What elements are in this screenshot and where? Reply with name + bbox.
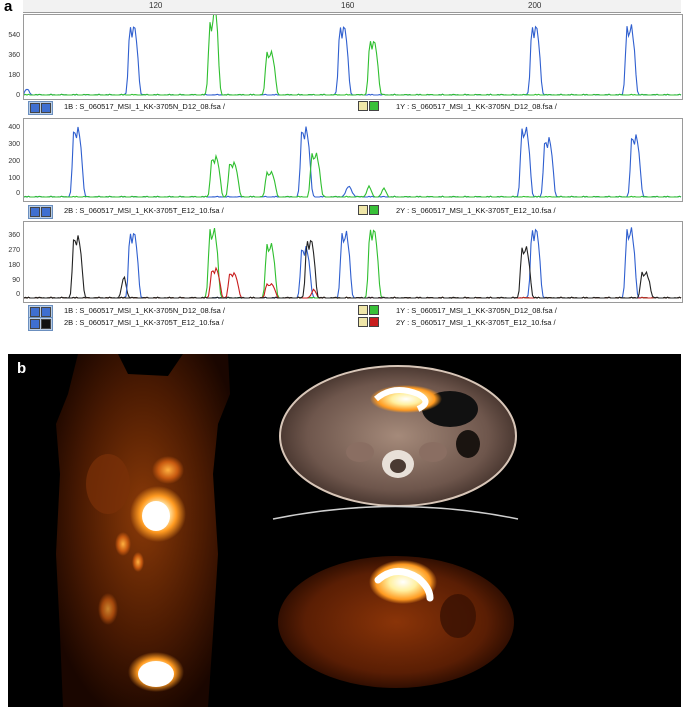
- yellow-green-swatch-pair: [358, 101, 379, 111]
- ytick: 180: [8, 262, 20, 269]
- green-trace: [24, 15, 682, 96]
- ruler-tick-160: 160: [341, 1, 355, 10]
- legend-row-3: 1B : S_060517_MSI_1_KK-3705N_D12_08.fsa …: [28, 305, 678, 331]
- legend-right-text: 1Y : S_060517_MSI_1_KK-3705N_D12_08.fsa …: [396, 306, 557, 315]
- legend-right-text: 1Y : S_060517_MSI_1_KK-3705N_D12_08.fsa …: [396, 102, 557, 111]
- ytick: 300: [8, 141, 20, 148]
- ruler-tick-120: 120: [149, 1, 163, 10]
- blue-trace: [24, 227, 682, 299]
- ytick: 0: [16, 190, 20, 197]
- ytick: 400: [8, 124, 20, 131]
- y-axis-1: 540 360 180 0: [0, 14, 22, 99]
- ytick: 180: [8, 72, 20, 79]
- ytick: 100: [8, 175, 20, 182]
- ytick: 270: [8, 247, 20, 254]
- ytick: 540: [8, 32, 20, 39]
- ytick: 200: [8, 158, 20, 165]
- trace-panel-1: [23, 14, 683, 100]
- ytick: 360: [8, 52, 20, 59]
- pet-coronal-image: [56, 354, 230, 707]
- blue-trace: [24, 126, 682, 198]
- blue-swatch-pair: [28, 101, 53, 115]
- ytick: 360: [8, 232, 20, 239]
- legend-left-text: 2B : S_060517_MSI_1_KK-3705T_E12_10.fsa …: [64, 206, 224, 215]
- legend-row-2: 2B : S_060517_MSI_1_KK-3705T_E12_10.fsa …: [28, 205, 678, 219]
- legend-left-text: 2B : S_060517_MSI_1_KK-3705T_E12_10.fsa …: [64, 318, 224, 327]
- yellow-red-swatch-pair: [358, 317, 379, 327]
- legend-left-text: 1B : S_060517_MSI_1_KK-3705N_D12_08.fsa …: [64, 306, 225, 315]
- size-ruler: 120 160 200: [23, 0, 681, 13]
- legend-row-1: 1B : S_060517_MSI_1_KK-3705N_D12_08.fsa …: [28, 101, 678, 115]
- ytick: 0: [16, 92, 20, 99]
- ruler-tick-200: 200: [528, 1, 542, 10]
- blue-trace: [24, 24, 682, 96]
- y-axis-3: 360 270 180 90 0: [0, 221, 22, 301]
- trace-panel-3: [23, 221, 683, 303]
- black-trace: [24, 235, 682, 299]
- pet-axial-image: [278, 556, 514, 688]
- green-trace: [24, 227, 682, 299]
- trace-panel-2: [23, 118, 683, 202]
- panel-b: b: [8, 354, 681, 707]
- legend-right-text: 2Y : S_060517_MSI_1_KK-3705T_E12_10.fsa …: [396, 206, 556, 215]
- green-trace: [24, 152, 682, 198]
- blue-swatch-pair: [28, 205, 53, 219]
- panel-a-label: a: [4, 0, 13, 15]
- legend-left-text: 1B : S_060517_MSI_1_KK-3705N_D12_08.fsa …: [64, 102, 225, 111]
- y-axis-2: 400 300 200 100 0: [0, 118, 22, 200]
- legend-right-text: 2Y : S_060517_MSI_1_KK-3705T_E12_10.fsa …: [396, 318, 556, 327]
- yellow-green-swatch-pair: [358, 205, 379, 215]
- pet-ct-axial-image: [272, 365, 519, 520]
- blue-black-swatch-pair: [28, 317, 53, 331]
- ytick: 90: [12, 277, 20, 284]
- ytick: 0: [16, 291, 20, 298]
- yellow-green-swatch-pair: [358, 305, 379, 315]
